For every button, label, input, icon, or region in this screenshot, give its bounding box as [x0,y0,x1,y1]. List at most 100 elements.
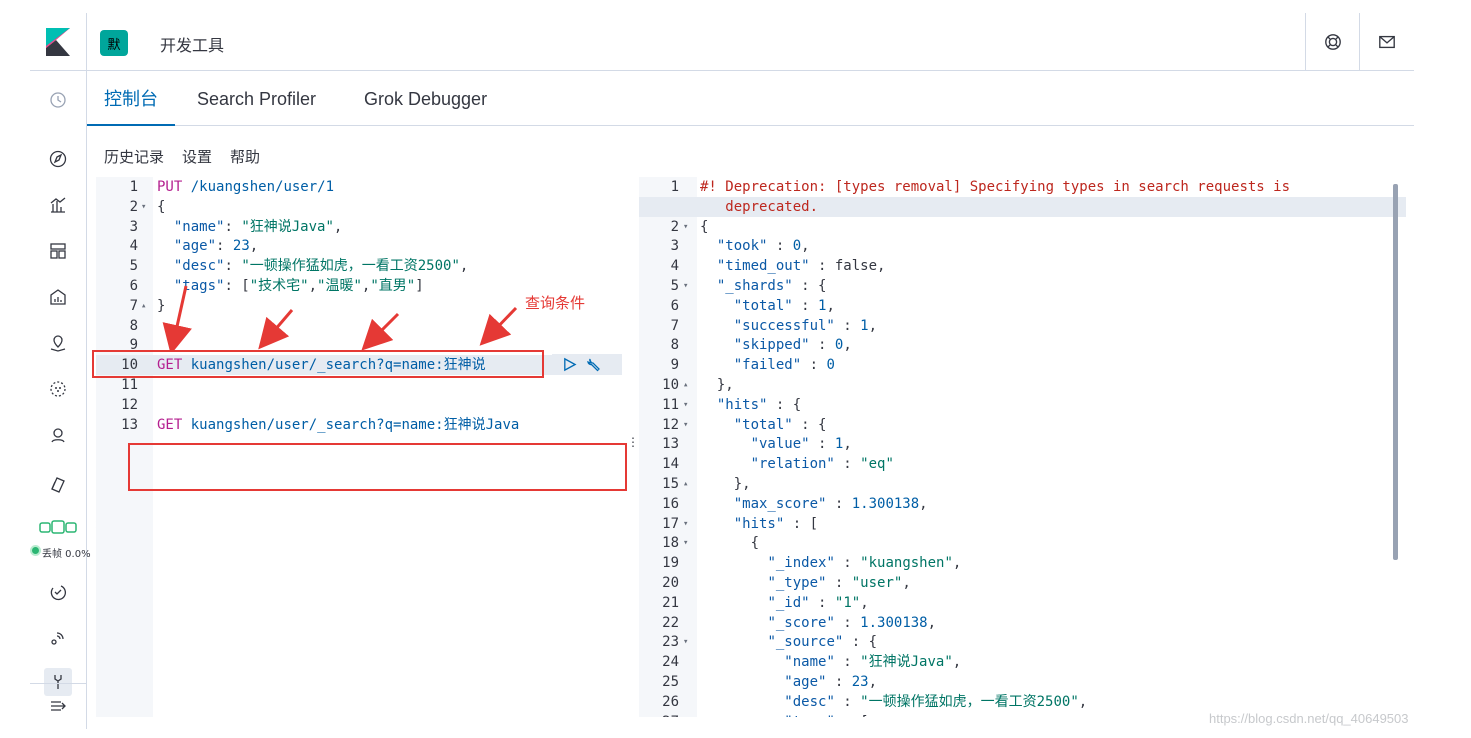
code-line: 25 "age" : 23, [639,672,1406,692]
code-text: "_id" : "1", [767,594,869,611]
line-number: 5 [670,278,679,294]
line-number: 16 [662,495,679,512]
code-text: "_score" : 1.300138, [767,614,937,631]
code-text: "successful" : 1, [733,317,878,334]
fold-toggle-icon[interactable]: ▾ [683,217,688,237]
line-number: 14 [662,456,679,473]
code-line[interactable]: 2 ▾ { [96,197,622,217]
code-text: "desc" : "一顿操作猛如虎，一看工资2500", [784,693,1088,710]
request-options-button[interactable] [584,354,604,374]
logs-icon[interactable] [44,469,72,497]
line-number: 4 [129,238,138,255]
apm-icon[interactable] [44,624,72,652]
code-line: deprecated. [639,196,1406,217]
tab-search-profiler[interactable]: Search Profiler [197,72,316,126]
code-text: "hits" : [ [733,515,819,532]
infrastructure-icon[interactable] [44,421,72,449]
line-number: 20 [662,575,679,591]
discover-compass-icon[interactable] [44,145,72,173]
line-number: 11 [121,377,138,393]
collapse-menu-icon[interactable] [44,692,72,720]
fold-toggle-icon[interactable]: ▴ [683,474,688,494]
request-actions [552,354,622,374]
code-text: "timed_out" : false, [716,258,886,275]
line-number: 6 [129,278,138,294]
uptime-icon[interactable] [44,578,72,606]
nav-divider [30,70,86,71]
code-line[interactable]: 13 GET kuangshen/user/_search?q=name:狂神说J… [96,415,622,435]
code-line: 1 #! Deprecation: [types removal] Specify… [639,177,1406,197]
line-number: 8 [670,337,679,354]
line-number: 3 [670,238,679,255]
code-line: 5 ▾ "_shards" : { [639,276,1406,296]
code-text: "_shards" : { [716,278,827,294]
code-text: "hits" : { [716,396,802,413]
code-line[interactable]: 4 "age": 23, [96,236,622,256]
code-text: }, [700,476,751,492]
fold-toggle-icon[interactable]: ▾ [141,197,146,217]
robot-icon [38,519,78,543]
fold-toggle-icon[interactable]: ▾ [683,632,688,652]
tab-grok-debugger[interactable]: Grok Debugger [364,72,487,126]
code-line: 6 "total" : 1, [639,296,1406,316]
code-line: 19 "_index" : "kuangshen", [639,553,1406,573]
console-toolbar: 历史记录 设置 帮助 [104,146,260,167]
fold-toggle-icon[interactable]: ▴ [141,296,146,316]
dashboard-icon[interactable] [44,237,72,265]
code-text: "name" : "狂神说Java", [784,654,962,671]
code-line[interactable]: 3 "name": "狂神说Java", [96,217,622,237]
fold-toggle-icon[interactable]: ▾ [683,533,688,553]
code-line: 17 ▾ "hits" : [ [639,514,1406,534]
line-number: 26 [662,693,679,710]
run-request-button[interactable] [558,354,580,374]
code-line: 13 "value" : 1, [639,434,1406,454]
code-line[interactable]: 11 [96,375,622,395]
code-line[interactable]: 5 "desc": "一顿操作猛如虎，一看工资2500", [96,256,622,276]
code-text: "_index" : "kuangshen", [767,555,962,572]
app-header: 默 开发工具 [87,13,1414,71]
fold-toggle-icon[interactable]: ▴ [683,375,688,395]
code-line[interactable]: 1 PUT /kuangshen/user/1 [96,177,622,197]
history-link[interactable]: 历史记录 [104,146,164,167]
newsfeed-mail-button[interactable] [1359,13,1413,71]
help-lifebuoy-button[interactable] [1305,13,1359,71]
kibana-logo-icon[interactable] [46,28,70,56]
pane-resizer-handle[interactable]: ⋮ [627,436,639,454]
fold-toggle-icon[interactable]: ▾ [683,514,688,534]
fold-toggle-icon[interactable]: ▾ [683,415,688,435]
space-badge[interactable]: 默 [100,30,128,56]
line-number: 12 [662,416,679,433]
code-line: 14 "relation" : "eq" [639,454,1406,474]
line-number: 22 [662,614,679,631]
code-line: 4 "timed_out" : false, [639,256,1406,276]
settings-link[interactable]: 设置 [182,146,212,167]
fold-toggle-icon[interactable]: ▾ [683,395,688,415]
fps-status-text: 丢帧 0.0% [42,549,91,560]
play-icon [563,357,576,371]
canvas-icon[interactable] [44,283,72,311]
visualize-chart-icon[interactable] [44,191,72,219]
response-scrollbar[interactable] [1393,184,1398,560]
code-text: "age" : 23, [784,674,878,690]
machine-learning-icon[interactable] [44,375,72,403]
code-text: "total" : { [733,416,827,433]
code-text: "skipped" : 0, [733,337,852,354]
annotation-box-query [92,350,544,378]
tab-console[interactable]: 控制台 [87,72,175,126]
code-line[interactable]: 12 [96,395,622,415]
code-line: 7 "successful" : 1, [639,316,1406,336]
line-number: 11 [662,396,679,413]
recent-clock-icon[interactable] [44,86,72,114]
line-number: 25 [662,674,679,690]
code-text: GET kuangshen/user/_search?q=name:狂神说Jav… [157,416,520,433]
code-text: { [157,198,166,215]
maps-pin-icon[interactable] [44,329,72,357]
code-line: 16 "max_score" : 1.300138, [639,494,1406,514]
code-text: #! Deprecation: [types removal] Specifyi… [700,179,1291,195]
code-line: 8 "skipped" : 0, [639,335,1406,355]
status-dot-icon [30,545,41,556]
code-text: "name": "狂神说Java", [173,218,343,235]
help-link[interactable]: 帮助 [230,146,260,167]
lifebuoy-icon [1324,34,1341,50]
fold-toggle-icon[interactable]: ▾ [683,276,688,296]
